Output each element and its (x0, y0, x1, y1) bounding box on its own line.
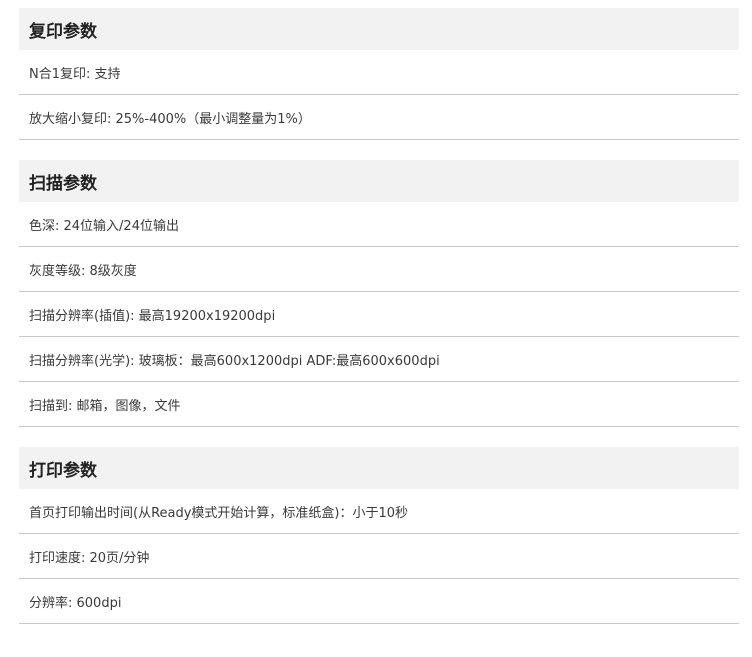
spec-row-scan-resolution-interpolated: 扫描分辨率(插值): 最高19200x19200dpi (19, 292, 739, 337)
spec-row-scan-resolution-optical: 扫描分辨率(光学): 玻璃板：最高600x1200dpi ADF:最高600x6… (19, 337, 739, 382)
spec-row-grayscale: 灰度等级: 8级灰度 (19, 247, 739, 292)
spec-row-color-depth: 色深: 24位输入/24位输出 (19, 202, 739, 247)
section-header-scan: 扫描参数 (19, 160, 739, 202)
section-header-print: 打印参数 (19, 447, 739, 489)
spec-row-zoom-copy: 放大缩小复印: 25%-400%（最小调整量为1%） (19, 95, 739, 140)
copy-params-section: 复印参数 N合1复印: 支持 放大缩小复印: 25%-400%（最小调整量为1%… (19, 8, 739, 140)
spec-row-n-in-1-copy: N合1复印: 支持 (19, 50, 739, 95)
spec-row-print-speed: 打印速度: 20页/分钟 (19, 534, 739, 579)
spec-row-print-resolution: 分辨率: 600dpi (19, 579, 739, 624)
spec-row-scan-to: 扫描到: 邮箱，图像，文件 (19, 382, 739, 427)
spec-row-first-print-time: 首页打印输出时间(从Ready模式开始计算，标准纸盒)：小于10秒 (19, 489, 739, 534)
scan-params-section: 扫描参数 色深: 24位输入/24位输出 灰度等级: 8级灰度 扫描分辨率(插值… (19, 160, 739, 427)
print-params-section: 打印参数 首页打印输出时间(从Ready模式开始计算，标准纸盒)：小于10秒 打… (19, 447, 739, 624)
section-header-copy: 复印参数 (19, 8, 739, 50)
spec-list: 复印参数 N合1复印: 支持 放大缩小复印: 25%-400%（最小调整量为1%… (19, 8, 739, 624)
